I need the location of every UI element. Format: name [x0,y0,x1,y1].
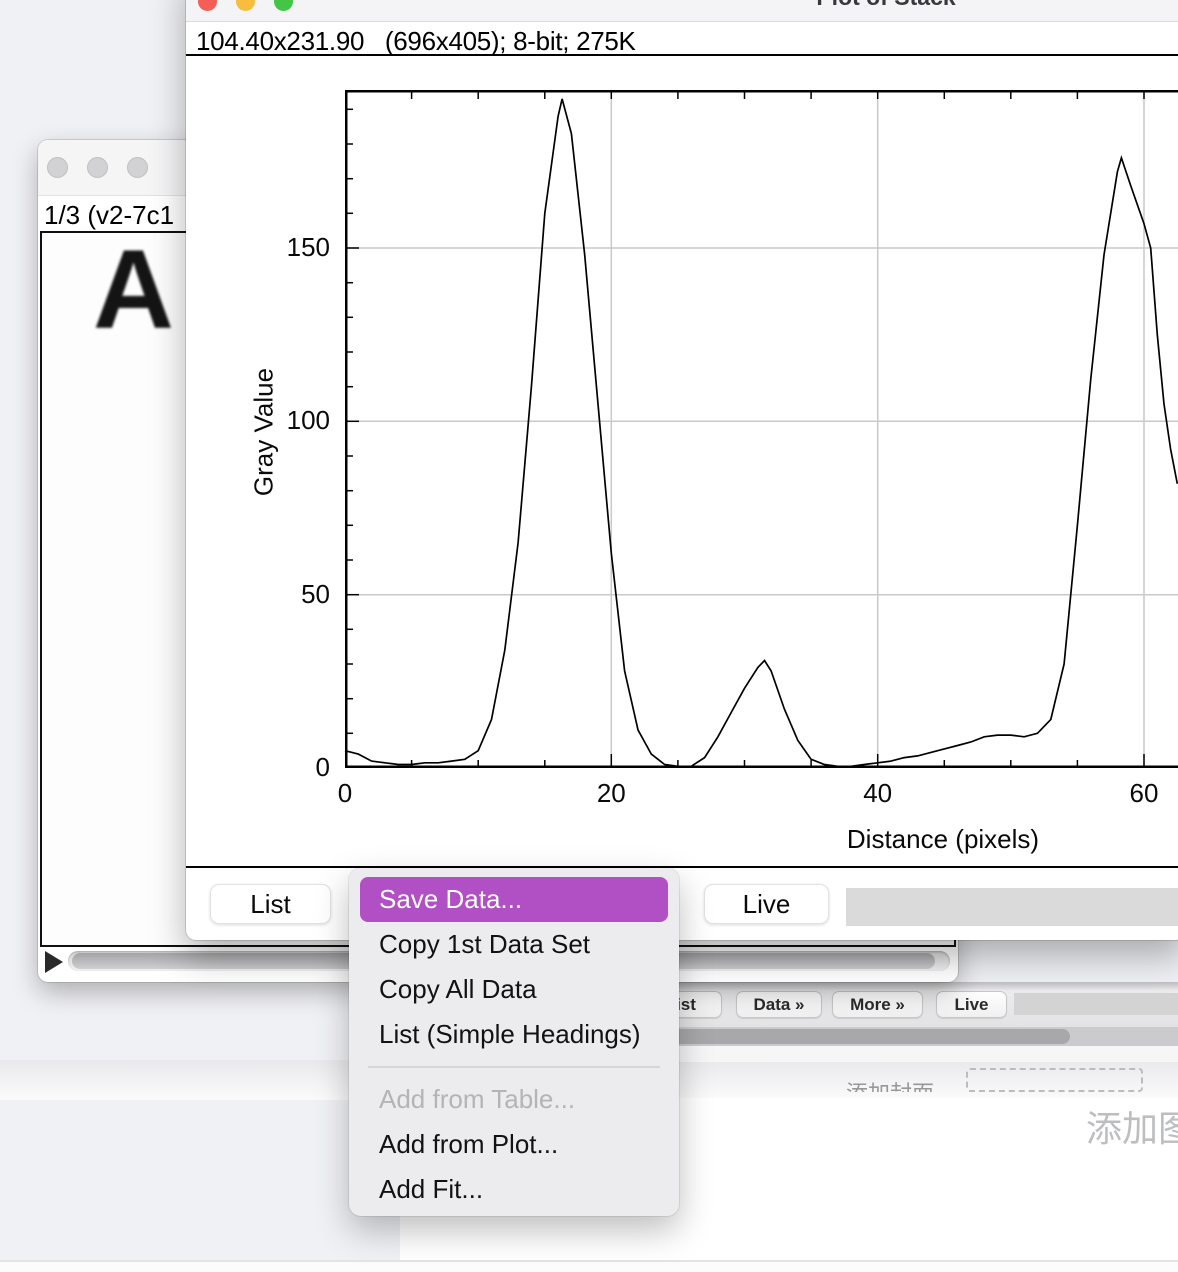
menu-item-save-data[interactable]: Save Data... [360,877,668,922]
menu-item-copy-1st-data-set[interactable]: Copy 1st Data Set [360,922,668,967]
menu-item-label: Copy All Data [379,974,537,1005]
value-readout-bar [846,888,1178,926]
menu-item-add-fit[interactable]: Add Fit... [360,1167,668,1212]
profile-line [345,99,1177,766]
menu-item-label: Add Fit... [379,1174,483,1205]
plot-area: Distance (pixels) Gray Value 02040600501… [345,90,1178,768]
bg-list-button-label: ist [676,995,696,1015]
menu-item-label: Add from Plot... [379,1129,558,1160]
y-tick-label: 50 [270,579,330,610]
live-button[interactable]: Live [704,884,829,924]
menu-item-list-simple-headings[interactable]: List (Simple Headings) [360,1012,668,1057]
y-tick-label: 150 [270,232,330,263]
menu-item-label: Save Data... [379,884,522,915]
zoom-button-inactive[interactable] [127,157,148,178]
menu-item-add-from-table: Add from Table... [360,1077,668,1122]
menu-item-label: Copy 1st Data Set [379,929,590,960]
plot-canvas[interactable] [345,90,1178,768]
minimize-button[interactable] [236,0,255,11]
x-axis-title: Distance (pixels) [743,824,1143,855]
minimize-button-inactive[interactable] [87,157,108,178]
bg-readout-bar [1014,993,1178,1015]
bg-window-footer [646,1046,1178,1062]
menu-item-label: List (Simple Headings) [379,1019,641,1050]
screen: ist Data » More » Live 添加封面 添加图 1/3 (v2-… [0,0,1178,1272]
menu-item-copy-all-data[interactable]: Copy All Data [360,967,668,1012]
x-tick-label: 20 [576,778,646,809]
menu-separator [360,1057,668,1077]
y-tick-label: 0 [270,752,330,783]
x-tick-label: 40 [843,778,913,809]
list-button[interactable]: List [210,884,331,924]
bg-more-button[interactable]: More » [832,991,923,1018]
add-cover-dropzone[interactable] [966,1068,1143,1092]
plot-info-line: 104.40x231.90 (696x405); 8-bit; 275K [196,26,636,57]
add-cover-label[interactable]: 添加封面 [846,1081,934,1092]
menu-item-label: Add from Table... [379,1084,575,1115]
live-button-label: Live [743,889,791,920]
context-menu: Save Data... Copy 1st Data Set Copy All … [349,868,679,1216]
bg-scrollbar-thumb[interactable] [646,1029,1070,1044]
bg-live-button[interactable]: Live [936,991,1007,1018]
add-cover-label-clip: 添加封面 [846,1076,958,1092]
bg-data-button[interactable]: Data » [736,991,822,1018]
background-bottom [0,1262,1178,1272]
zoom-button[interactable] [274,0,293,11]
window-title: Plot of Stack [746,0,1026,11]
list-button-label: List [250,889,290,920]
image-content-letter: A [93,234,174,346]
bg-data-button-label: Data » [753,995,804,1015]
play-icon[interactable] [45,951,63,973]
y-tick-label: 100 [270,405,330,436]
close-button-inactive[interactable] [47,157,68,178]
close-button[interactable] [198,0,217,11]
plot-window-titlebar[interactable]: Plot of Stack [186,0,1178,22]
menu-item-add-from-plot[interactable]: Add from Plot... [360,1122,668,1167]
plot-frame [346,91,1178,767]
add-image-label[interactable]: 添加图 [1086,1100,1178,1152]
bg-live-button-label: Live [954,995,988,1015]
x-tick-label: 60 [1109,778,1178,809]
bg-more-button-label: More » [850,995,905,1015]
